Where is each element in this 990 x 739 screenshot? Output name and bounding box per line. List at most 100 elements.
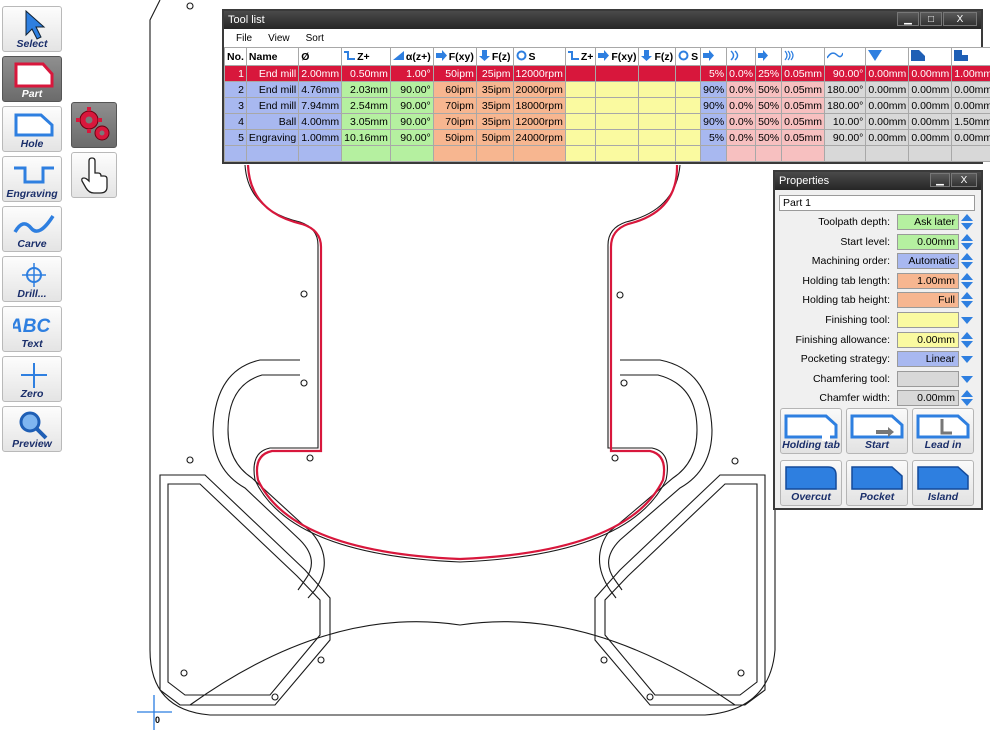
cell-finish[interactable] <box>595 145 640 162</box>
property-value[interactable]: Full <box>897 292 959 309</box>
cell-finish[interactable] <box>638 145 677 162</box>
cell-finish[interactable] <box>595 65 640 82</box>
cell-fz[interactable]: 35ipm <box>475 113 514 130</box>
cell-fxy[interactable]: 60ipm <box>432 81 477 98</box>
cell-c1[interactable] <box>865 145 910 162</box>
cell-fxy[interactable]: 50ipm <box>432 129 477 146</box>
cell-dia[interactable]: 4.00mm <box>298 113 343 130</box>
cell-finish[interactable] <box>564 129 597 146</box>
cell-name[interactable]: End mill <box>245 81 300 98</box>
cell-no[interactable]: 4 <box>224 113 247 130</box>
cell-fxy[interactable]: 50ipm <box>432 65 477 82</box>
cell-finish[interactable] <box>595 97 640 114</box>
cell-finish[interactable] <box>675 113 702 130</box>
cell-dia[interactable]: 7.94mm <box>298 97 343 114</box>
col-s[interactable]: S <box>512 47 566 66</box>
cell-finish[interactable] <box>638 113 677 130</box>
cell-p1[interactable]: 5% <box>700 65 728 82</box>
tool-row[interactable]: 1 End mill 2.00mm 0.50mm 1.00° 50ipm 25ipm 1200… <box>224 65 990 82</box>
cell-angle[interactable]: 10.00° <box>824 113 867 130</box>
cell-c2[interactable]: 0.00mm <box>908 129 953 146</box>
col-diameter[interactable]: Ø <box>298 47 343 66</box>
cell-finish[interactable] <box>638 65 677 82</box>
col-finish-fz[interactable]: F(z) <box>638 47 677 66</box>
close-button[interactable]: X <box>943 12 977 26</box>
cell-c2[interactable]: 0.00mm <box>908 113 953 130</box>
select-button[interactable]: Select <box>2 6 62 52</box>
cell-alpha[interactable]: 90.00° <box>389 113 434 130</box>
cell-finish[interactable] <box>564 113 597 130</box>
property-value[interactable]: Ask later <box>897 214 959 230</box>
cell-finish[interactable] <box>675 145 702 162</box>
cell-fz[interactable]: 25ipm <box>475 65 514 82</box>
col-tolerance[interactable] <box>824 47 867 66</box>
property-value[interactable]: 0.00mm <box>897 331 959 348</box>
cell-p2[interactable]: 0.0% <box>726 129 757 146</box>
cell-finish[interactable] <box>675 65 702 82</box>
cell-angle[interactable]: 90.00° <box>824 65 867 82</box>
cell-c3[interactable]: 1.00mm <box>951 65 990 82</box>
cell-alpha[interactable] <box>389 145 434 162</box>
cell-c3[interactable]: 0.00mm <box>951 129 990 146</box>
col-finish-fxy[interactable]: F(xy) <box>595 47 640 66</box>
cell-c2[interactable]: 0.00mm <box>908 65 953 82</box>
island-button[interactable]: Island <box>912 460 974 506</box>
properties-close-button[interactable]: X <box>951 173 977 187</box>
cell-p3[interactable] <box>755 145 783 162</box>
menu-file[interactable]: File <box>228 33 260 44</box>
cell-p4[interactable]: 0.05mm <box>781 129 826 146</box>
col-finish-zplus[interactable]: Z+ <box>564 47 597 66</box>
cell-c3[interactable]: 0.00mm <box>951 97 990 114</box>
tool-row[interactable]: 5 Engraving 1.00mm 10.16mm 90.00° 50ipm 50ipm 2… <box>224 129 990 146</box>
cell-p2[interactable]: 0.0% <box>726 65 757 82</box>
col-alpha[interactable]: α(z+) <box>389 47 434 66</box>
start-button[interactable]: Start <box>846 408 908 454</box>
cell-finish[interactable] <box>638 97 677 114</box>
cell-angle[interactable]: 180.00° <box>824 81 867 98</box>
properties-minimize-button[interactable]: ▁ <box>930 173 950 187</box>
spinner-arrows-icon[interactable] <box>961 214 973 230</box>
col-tool-overlap[interactable] <box>755 47 783 66</box>
tool-row[interactable] <box>224 145 990 162</box>
menu-sort[interactable]: Sort <box>298 33 332 44</box>
cell-c2[interactable]: 0.00mm <box>908 81 953 98</box>
tool-list-titlebar[interactable]: Tool list ▁ □ X <box>224 11 981 29</box>
cell-no[interactable]: 5 <box>224 129 247 146</box>
cell-dia[interactable]: 4.76mm <box>298 81 343 98</box>
cell-c1[interactable]: 0.00mm <box>865 113 910 130</box>
cell-zplus[interactable]: 2.03mm <box>341 81 391 98</box>
minimize-button[interactable]: ▁ <box>897 12 919 26</box>
cell-finish[interactable] <box>564 97 597 114</box>
cell-p3[interactable]: 50% <box>755 97 783 114</box>
cell-finish[interactable] <box>595 81 640 98</box>
cell-alpha[interactable]: 90.00° <box>389 97 434 114</box>
dropdown-arrow-icon[interactable] <box>961 312 973 328</box>
cell-fz[interactable] <box>475 145 514 162</box>
menu-view[interactable]: View <box>260 33 298 44</box>
spinner-arrows-icon[interactable] <box>961 253 973 270</box>
property-value[interactable]: Linear <box>897 351 959 368</box>
cell-angle[interactable]: 90.00° <box>824 129 867 146</box>
machining-settings-button[interactable] <box>71 102 117 148</box>
cell-p3[interactable]: 50% <box>755 113 783 130</box>
cell-p3[interactable]: 50% <box>755 129 783 146</box>
cell-p4[interactable]: 0.05mm <box>781 65 826 82</box>
drill-button[interactable]: Drill... <box>2 256 62 302</box>
cell-finish[interactable] <box>675 81 702 98</box>
cell-p1[interactable]: 90% <box>700 113 728 130</box>
cell-p1[interactable]: 90% <box>700 97 728 114</box>
text-button[interactable]: ABC Text <box>2 306 62 352</box>
cell-zplus[interactable]: 3.05mm <box>341 113 391 130</box>
cell-p1[interactable] <box>700 145 728 162</box>
cell-s[interactable]: 12000rpm <box>512 65 566 82</box>
cell-p3[interactable]: 50% <box>755 81 783 98</box>
cell-finish[interactable] <box>675 129 702 146</box>
property-value[interactable]: 1.00mm <box>897 272 959 289</box>
lead-in-button[interactable]: Lead in <box>912 408 974 454</box>
cell-finish[interactable] <box>675 97 702 114</box>
cell-c1[interactable]: 0.00mm <box>865 65 910 82</box>
cell-p4[interactable] <box>781 145 826 162</box>
cell-s[interactable]: 24000rpm <box>512 129 566 146</box>
property-value[interactable] <box>897 370 959 387</box>
cell-p1[interactable]: 5% <box>700 129 728 146</box>
